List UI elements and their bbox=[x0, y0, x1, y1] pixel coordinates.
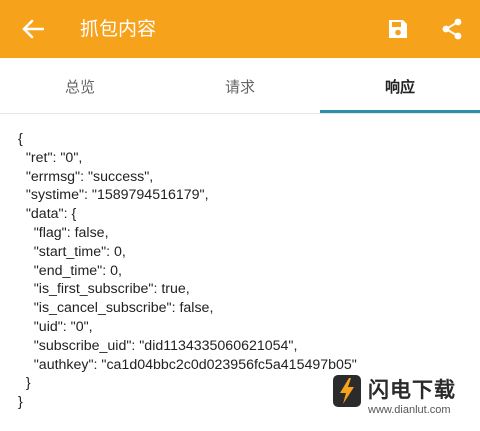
tab-request[interactable]: 请求 bbox=[160, 58, 320, 114]
tab-indicator bbox=[320, 110, 480, 113]
response-line: "uid": "0", bbox=[18, 318, 93, 335]
response-line: "systime": "1589794516179", bbox=[18, 187, 209, 204]
response-line: "errmsg": "success", bbox=[18, 168, 154, 185]
back-button[interactable] bbox=[18, 14, 48, 44]
watermark: 闪电下载 www.dianlut.com bbox=[330, 372, 480, 426]
lightning-logo-icon bbox=[333, 375, 361, 407]
response-line: "start_time": 0, bbox=[18, 243, 126, 260]
response-line: "data": { bbox=[18, 206, 77, 223]
share-icon bbox=[442, 18, 462, 40]
watermark-url: www.dianlut.com bbox=[368, 404, 451, 416]
tab-overview[interactable]: 总览 bbox=[0, 58, 160, 114]
response-line: "end_time": 0, bbox=[18, 262, 122, 279]
response-line: "ret": "0", bbox=[18, 149, 83, 166]
arrow-left-icon bbox=[22, 19, 44, 39]
response-line: "is_first_subscribe": true, bbox=[18, 281, 190, 298]
page-title: 抓包内容 bbox=[80, 18, 157, 40]
response-line: "is_cancel_subscribe": false, bbox=[18, 300, 214, 317]
tab-bar: 总览 请求 响应 bbox=[0, 58, 480, 114]
watermark-brand: 闪电下载 bbox=[368, 378, 456, 402]
save-button[interactable] bbox=[384, 15, 412, 43]
share-button[interactable] bbox=[438, 15, 466, 43]
tab-response[interactable]: 响应 bbox=[320, 58, 480, 114]
save-icon bbox=[389, 20, 407, 38]
response-line: { bbox=[18, 131, 23, 147]
response-line: "subscribe_uid": "did1134335060621054", bbox=[18, 337, 298, 354]
response-line: "flag": false, bbox=[18, 224, 109, 241]
app-bar: 抓包内容 bbox=[0, 0, 480, 58]
response-body: { "ret": "0", "errmsg": "success", "syst… bbox=[18, 130, 468, 412]
